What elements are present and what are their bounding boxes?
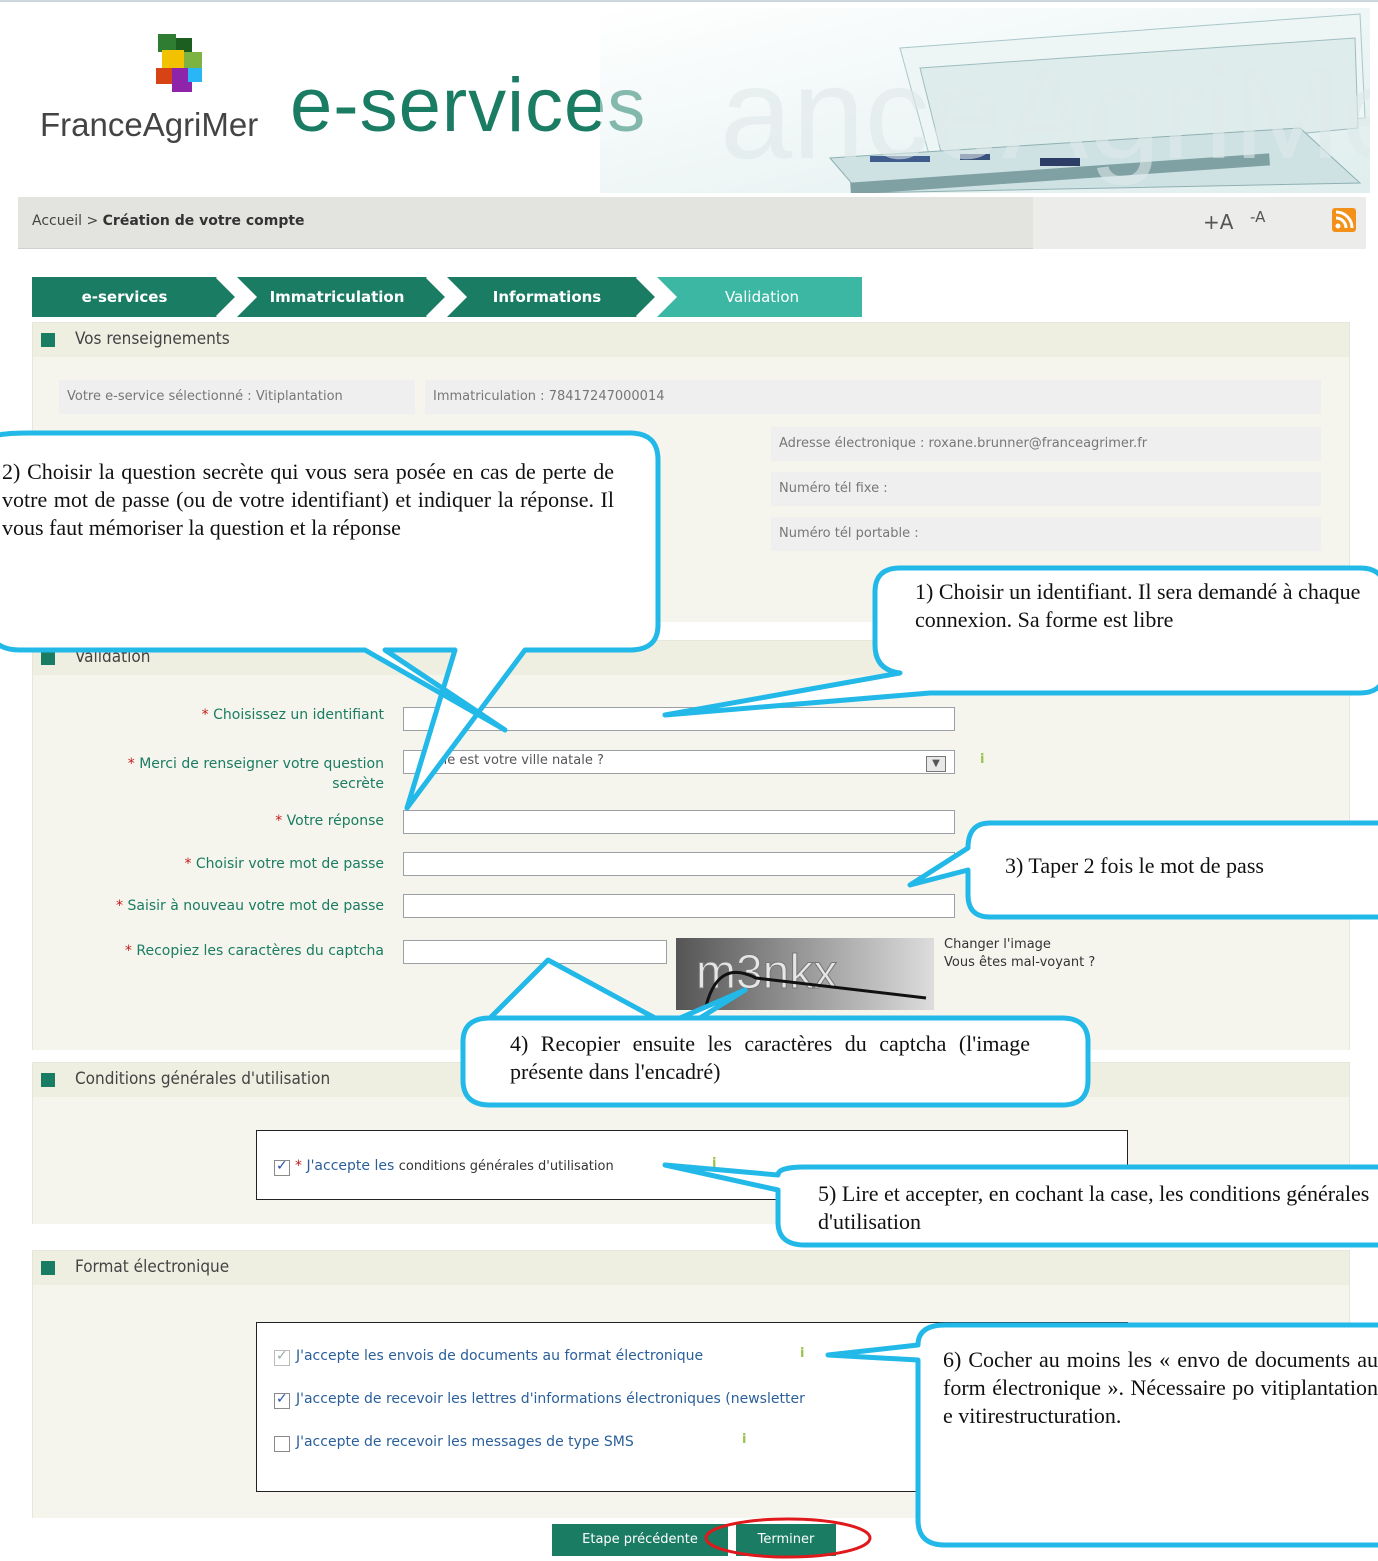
callout-2-text: 2) Choisir la question secrète qui vous …: [2, 459, 614, 540]
callout-3-text: 3) Taper 2 fois le mot de pass: [1005, 853, 1264, 878]
callout-1-text: 1) Choisir un identifiant. Il sera deman…: [915, 579, 1361, 632]
callout-bubbles: [0, 430, 1378, 1548]
callout-6-text: 6) Cocher au moins les « envo de documen…: [943, 1347, 1378, 1428]
callout-4-text: 4) Recopier ensuite les caractères du ca…: [510, 1031, 1030, 1084]
callout-5-text: 5) Lire et accepter, en cochant la case,…: [818, 1181, 1370, 1234]
